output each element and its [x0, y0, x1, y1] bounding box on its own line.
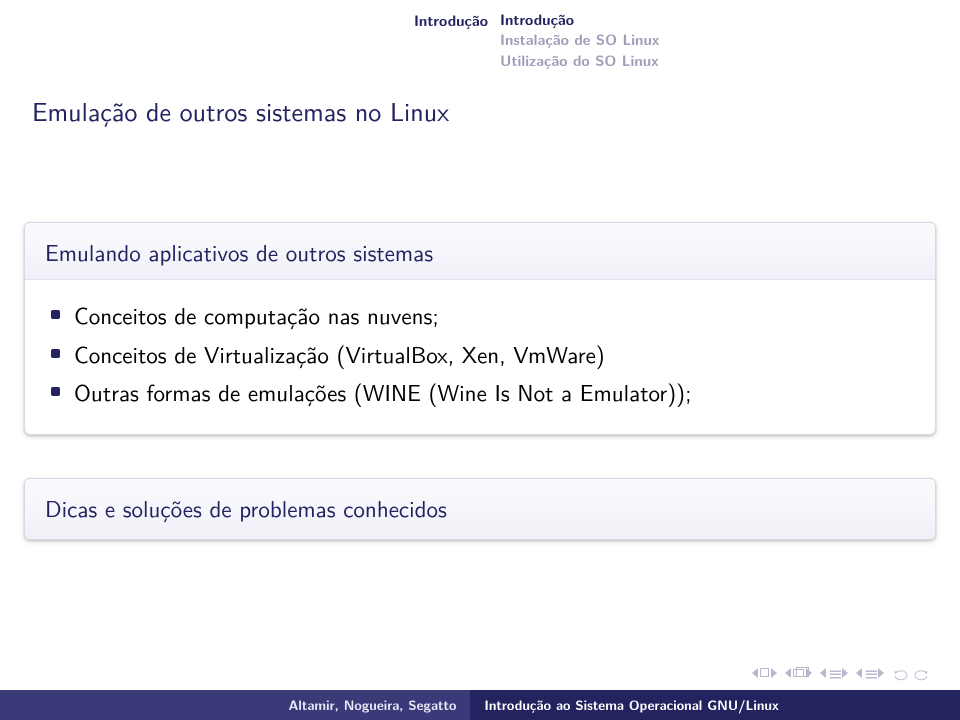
nav-sub-1[interactable]: Introdução [500, 10, 960, 30]
circarrow-icon [912, 666, 930, 680]
nav-frame-prev-next[interactable] [785, 668, 812, 678]
block2-title: Dicas e soluções de problemas conhecidos [25, 479, 935, 539]
slide-title: Emulação de outros sistemas no Linux [32, 92, 449, 130]
triangle-left-icon [856, 668, 862, 678]
square-icon [760, 668, 769, 677]
nav-sub-2[interactable]: Instalação de SO Linux [500, 30, 960, 50]
header-nav: Introdução Introdução Instalação de SO L… [0, 10, 960, 71]
block1-title: Emulando aplicativos de outros sistemas [25, 223, 935, 280]
bullet-item: Conceitos de computação nas nuvens; [51, 298, 909, 333]
frames-icon [793, 669, 804, 677]
triangle-left-icon [820, 668, 826, 678]
beamer-nav-icons: ≡ ≡ [752, 659, 930, 686]
bars-icon: ≡ [864, 659, 876, 686]
nav-slide-prev-next[interactable] [752, 668, 777, 678]
bullet-item: Conceitos de Virtualização (VirtualBox, … [51, 337, 909, 372]
block1-body: Conceitos de computação nas nuvens; Conc… [25, 280, 935, 434]
nav-subsection-prev-next[interactable]: ≡ [856, 659, 884, 686]
triangle-right-icon [842, 668, 848, 678]
block-emulating-apps: Emulando aplicativos de outros sistemas … [24, 222, 936, 435]
bullet-text: Conceitos de Virtualização (VirtualBox, … [74, 337, 605, 372]
footer-authors: Altamir, Nogueira, Segatto [0, 690, 470, 720]
block-tips: Dicas e soluções de problemas conhecidos [24, 478, 936, 540]
triangle-right-icon [878, 668, 884, 678]
triangle-left-icon [785, 668, 791, 678]
triangle-left-icon [752, 668, 758, 678]
nav-back-forward[interactable] [892, 666, 930, 680]
bullet-text: Conceitos de computação nas nuvens; [74, 298, 439, 333]
nav-subsections: Introdução Instalação de SO Linux Utiliz… [500, 10, 960, 71]
bullet-text: Outras formas de emulações (WINE (Wine I… [74, 375, 692, 410]
nav-sub-3[interactable]: Utilização do SO Linux [500, 51, 960, 71]
bars-icon: ≡ [828, 659, 840, 686]
bullet-item: Outras formas de emulações (WINE (Wine I… [51, 375, 909, 410]
nav-section-current[interactable]: Introdução [0, 10, 500, 71]
circarrow-icon [892, 666, 910, 680]
footer: Altamir, Nogueira, Segatto Introdução ao… [0, 690, 960, 720]
footer-title: Introdução ao Sistema Operacional GNU/Li… [470, 696, 960, 715]
nav-section-prev-next[interactable]: ≡ [820, 659, 848, 686]
triangle-right-icon [771, 668, 777, 678]
